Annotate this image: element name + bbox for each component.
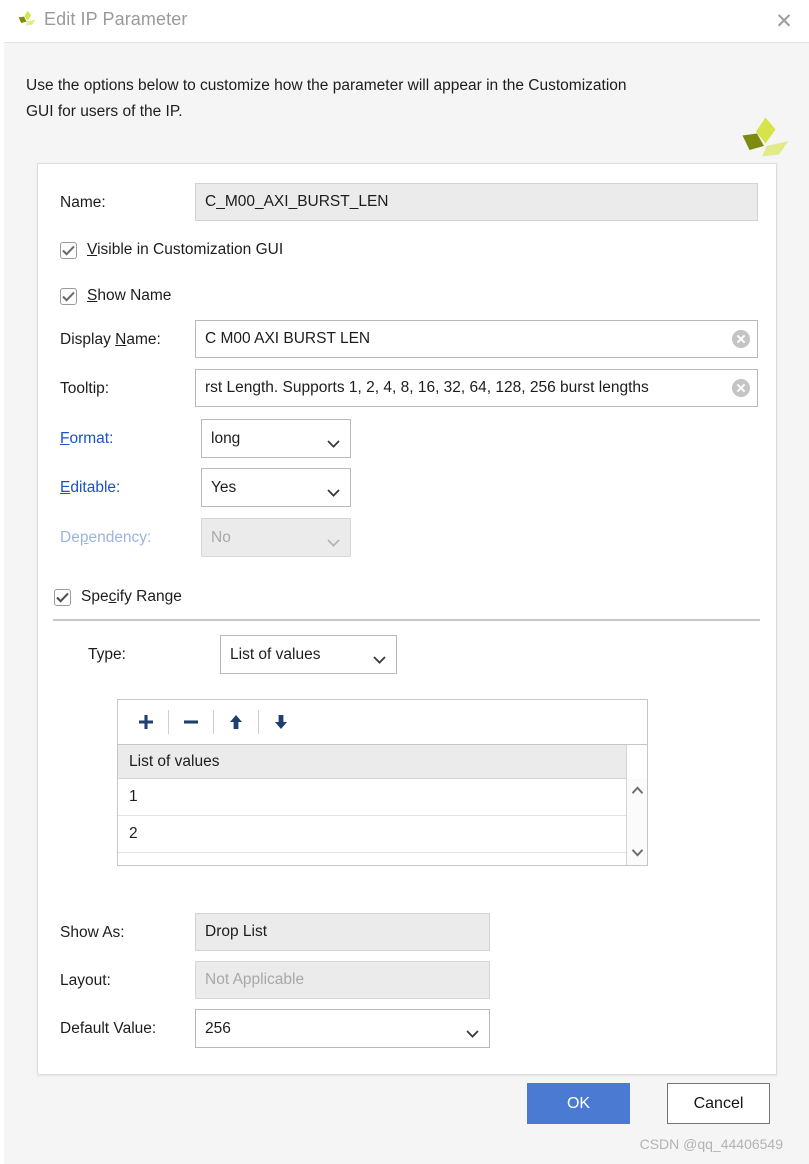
specify-range-separator: [53, 619, 760, 621]
editable-dropdown[interactable]: Yes: [201, 468, 351, 507]
display-name-label: Display Name:: [60, 331, 161, 348]
chevron-down-icon: [327, 435, 340, 448]
toolbar-separator: [258, 710, 259, 734]
show-as-value: Drop List: [205, 923, 268, 940]
name-value: C_M00_AXI_BURST_LEN: [205, 193, 389, 210]
display-name-input[interactable]: C M00 AXI BURST LEN: [195, 320, 758, 358]
name-label: Name:: [60, 194, 106, 211]
checkbox-box: [54, 588, 71, 606]
dialog-title: Edit IP Parameter: [44, 9, 188, 29]
dependency-label: Dependency:: [60, 529, 152, 546]
tooltip-input[interactable]: rst Length. Supports 1, 2, 4, 8, 16, 32,…: [195, 369, 758, 407]
show-name-checkbox[interactable]: Show Name: [60, 287, 171, 305]
checkbox-box: [60, 241, 77, 259]
tooltip-label: Tooltip:: [60, 380, 110, 397]
chevron-down-icon: [466, 1025, 479, 1038]
toolbar-separator: [213, 710, 214, 734]
checkbox-box: [60, 287, 77, 305]
chevron-down-icon: [327, 484, 340, 497]
plus-icon[interactable]: [127, 705, 165, 739]
type-dropdown[interactable]: List of values: [220, 635, 397, 674]
parameter-form-panel: Name: C_M00_AXI_BURST_LEN Visible in Cus…: [37, 163, 777, 1075]
tooltip-value: rst Length. Supports 1, 2, 4, 8, 16, 32,…: [205, 379, 649, 396]
toolbar-separator: [168, 710, 169, 734]
format-label[interactable]: Format:: [60, 430, 113, 448]
dialog-titlebar: Edit IP Parameter ✕: [4, 0, 809, 43]
check-icon: [62, 291, 75, 302]
dialog-footer: OK Cancel: [4, 1083, 809, 1131]
layout-field: Not Applicable: [195, 961, 490, 999]
dependency-dropdown: No: [201, 518, 351, 557]
list-item-value: 1: [129, 788, 138, 805]
list-item[interactable]: 2: [118, 816, 626, 853]
list-column-header: List of values: [118, 745, 647, 779]
format-value: long: [211, 429, 241, 447]
format-dropdown[interactable]: long: [201, 419, 351, 458]
close-icon[interactable]: ✕: [767, 6, 801, 36]
check-icon: [62, 245, 75, 256]
list-item-value: 2: [129, 825, 138, 842]
type-label: Type:: [88, 646, 126, 663]
edit-ip-parameter-dialog: Edit IP Parameter ✕ Use the options belo…: [4, 0, 809, 1164]
visible-in-customization-gui-label: Visible in Customization GUI: [87, 241, 284, 258]
specify-range-checkbox[interactable]: Specify Range: [54, 588, 182, 606]
list-toolbar: [118, 700, 647, 745]
minus-icon[interactable]: [172, 705, 210, 739]
type-value: List of values: [230, 645, 321, 663]
layout-value: Not Applicable: [205, 971, 305, 988]
list-header-corner: [626, 745, 647, 779]
check-icon: [56, 592, 69, 603]
arrow-up-icon[interactable]: [217, 705, 255, 739]
list-of-values-panel: List of values 1 2: [117, 699, 648, 866]
intro-section: Use the options below to customize how t…: [4, 43, 809, 163]
editable-label[interactable]: Editable:: [60, 479, 120, 497]
chevron-down-icon[interactable]: [627, 843, 647, 861]
default-value-dropdown[interactable]: 256: [195, 1009, 490, 1048]
chevron-up-icon[interactable]: [627, 781, 647, 799]
chevron-down-icon: [327, 534, 340, 547]
ok-button[interactable]: OK: [527, 1083, 630, 1124]
specify-range-label: Specify Range: [81, 588, 182, 605]
default-value-label: Default Value:: [60, 1020, 157, 1037]
show-name-label: Show Name: [87, 287, 172, 304]
visible-in-customization-gui-checkbox[interactable]: Visible in Customization GUI: [60, 241, 283, 259]
layout-label: Layout:: [60, 972, 111, 989]
clear-circle-icon[interactable]: [731, 378, 751, 398]
show-as-field: Drop List: [195, 913, 490, 951]
watermark: CSDN @qq_44406549: [639, 1136, 783, 1152]
arrow-down-icon[interactable]: [262, 705, 300, 739]
list-scrollbar[interactable]: [626, 779, 647, 865]
intro-text: Use the options below to customize how t…: [26, 77, 627, 120]
editable-value: Yes: [211, 478, 237, 496]
xilinx-logo-icon: [16, 9, 40, 33]
name-field: C_M00_AXI_BURST_LEN: [195, 183, 758, 221]
dependency-value: No: [211, 528, 231, 546]
cancel-button[interactable]: Cancel: [667, 1083, 770, 1124]
clear-circle-icon[interactable]: [731, 329, 751, 349]
display-name-value: C M00 AXI BURST LEN: [205, 330, 371, 347]
default-value-value: 256: [205, 1019, 231, 1037]
chevron-down-icon: [373, 651, 386, 664]
list-item[interactable]: 1: [118, 779, 626, 816]
show-as-label: Show As:: [60, 924, 125, 941]
